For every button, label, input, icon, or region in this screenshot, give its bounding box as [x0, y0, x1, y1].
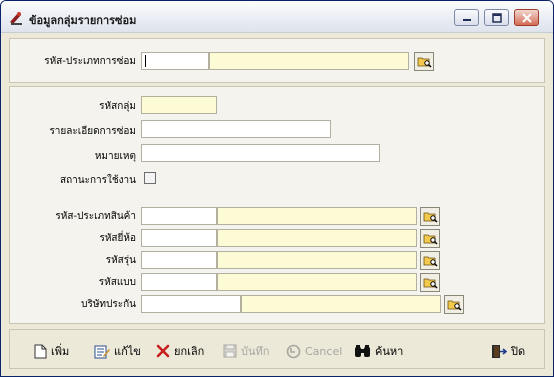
product-type-lookup-button[interactable]	[420, 207, 440, 226]
repair-type-name-input[interactable]	[209, 52, 409, 70]
window-content: รหัส-ประเภทการซ่อม รหัสกลุ่ม รายละเอียดก…	[1, 33, 553, 376]
delete-button-label: ยกเลิก	[174, 345, 205, 358]
save-button-label: บันทึก	[241, 345, 270, 358]
repair-type-code-input[interactable]	[141, 52, 209, 70]
close-window-button[interactable]	[514, 9, 539, 26]
minimize-icon	[463, 19, 471, 21]
insurance-lookup-button[interactable]	[444, 295, 464, 314]
insurance-code-input[interactable]	[141, 295, 241, 313]
minimize-button[interactable]	[454, 9, 479, 26]
search-button[interactable]: ค้นหา	[354, 343, 403, 359]
style-name-input[interactable]	[217, 273, 417, 291]
cancel-button[interactable]: Cancel	[286, 343, 342, 359]
add-button[interactable]: เพิ่ม	[34, 343, 69, 359]
style-code-input[interactable]	[141, 273, 217, 291]
lookup-icon	[423, 278, 438, 289]
model-lookup-button[interactable]	[420, 251, 440, 270]
style-label: รหัสแบบ	[98, 277, 136, 288]
group-code-input[interactable]	[141, 96, 217, 114]
brand-lookup-button[interactable]	[420, 229, 440, 248]
brand-label: รหัสยี่ห้อ	[99, 233, 136, 244]
product-type-code-input[interactable]	[141, 207, 217, 225]
lookup-icon	[423, 234, 438, 245]
action-toolbar: เพิ่ม แก้ไข ยกเลิก บันทึก Cancel ค้นหา ป…	[9, 329, 545, 369]
edit-icon	[94, 345, 110, 358]
new-document-icon	[34, 344, 47, 358]
repair-type-panel: รหัส-ประเภทการซ่อม	[9, 38, 545, 83]
edit-button[interactable]: แก้ไข	[94, 343, 141, 359]
remark-label: หมายเหตุ	[94, 151, 136, 162]
lookup-icon	[423, 256, 438, 267]
maximize-button[interactable]	[484, 9, 509, 26]
exit-button-label: ปิด	[511, 345, 526, 358]
lookup-icon	[447, 300, 462, 311]
repair-type-lookup-button[interactable]	[414, 52, 434, 71]
add-button-label: เพิ่ม	[51, 345, 70, 358]
status-label: สถานะการใช้งาน	[59, 175, 136, 186]
undo-icon	[286, 344, 301, 358]
remark-input[interactable]	[141, 144, 380, 162]
repair-group-window: ข้อมูลกลุ่มรายการซ่อม รหัส-ประเภทการซ่อม…	[0, 0, 554, 377]
model-name-input[interactable]	[217, 251, 417, 269]
group-code-label: รหัสกลุ่ม	[99, 101, 136, 112]
title-bar[interactable]: ข้อมูลกลุ่มรายการซ่อม	[1, 1, 553, 33]
floppy-disk-icon	[223, 344, 237, 358]
insurance-name-input[interactable]	[241, 295, 441, 313]
red-x-icon	[156, 344, 170, 358]
brand-code-input[interactable]	[141, 229, 217, 247]
lookup-icon	[423, 212, 438, 223]
close-icon	[522, 13, 532, 23]
product-type-name-input[interactable]	[217, 207, 417, 225]
exit-button[interactable]: ปิด	[491, 343, 525, 359]
product-type-label: รหัส-ประเภทสินค้า	[55, 211, 136, 222]
cancel-button-label: Cancel	[305, 344, 343, 358]
detail-label: รายละเอียดการซ่อม	[49, 126, 136, 137]
lookup-icon	[417, 57, 432, 68]
window-title: ข้อมูลกลุ่มรายการซ่อม	[29, 14, 137, 27]
exit-door-icon	[492, 344, 507, 358]
details-panel: รหัสกลุ่ม รายละเอียดการซ่อม หมายเหตุ สถา…	[9, 86, 545, 324]
model-code-input[interactable]	[141, 251, 217, 269]
search-button-label: ค้นหา	[375, 345, 404, 358]
model-label: รหัสรุ่น	[105, 255, 136, 266]
detail-input[interactable]	[141, 120, 331, 138]
style-lookup-button[interactable]	[420, 273, 440, 292]
status-checkbox[interactable]	[144, 172, 156, 184]
repair-type-label: รหัส-ประเภทการซ่อม	[44, 56, 136, 67]
app-icon	[10, 12, 22, 25]
binoculars-icon	[355, 345, 370, 357]
edit-button-label: แก้ไข	[114, 345, 141, 358]
brand-name-input[interactable]	[217, 229, 417, 247]
insurance-label: บริษัทประกัน	[81, 299, 136, 310]
save-button[interactable]: บันทึก	[223, 343, 269, 359]
text-caret	[145, 55, 146, 67]
delete-button[interactable]: ยกเลิก	[156, 343, 204, 359]
maximize-icon	[492, 13, 502, 23]
